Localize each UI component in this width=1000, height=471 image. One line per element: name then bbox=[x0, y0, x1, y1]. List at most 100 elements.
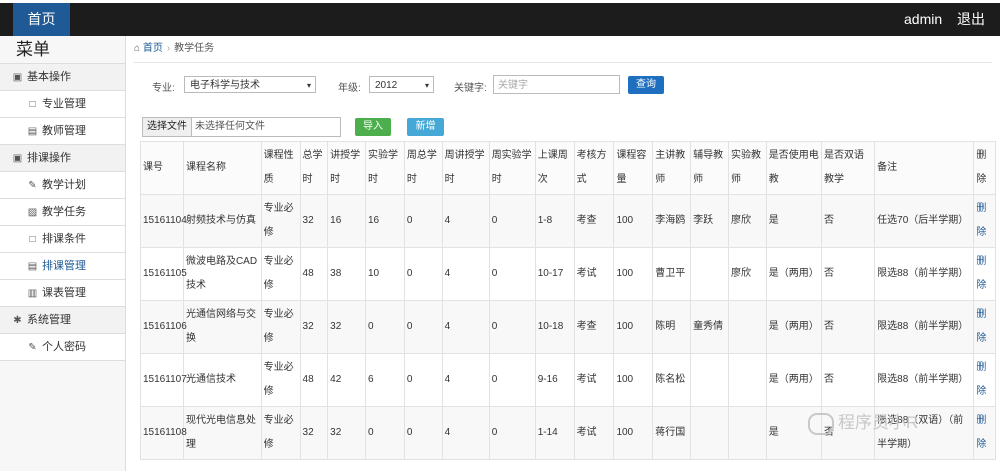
table-cell: 15161106 bbox=[140, 300, 187, 354]
table-cell bbox=[727, 406, 767, 460]
table-cell: 考查 bbox=[573, 300, 615, 354]
sidebar-item-label: 教学计划 bbox=[42, 179, 86, 191]
table-cell: 0 bbox=[488, 247, 536, 301]
sidebar-item-teacher[interactable]: ▤ 教师管理 bbox=[0, 118, 125, 145]
column-header: 实验教师 bbox=[727, 141, 767, 195]
sidebar-item-password[interactable]: ✎ 个人密码 bbox=[0, 334, 125, 361]
sidebar-group-label: 排课操作 bbox=[27, 152, 71, 164]
file-icon: □ bbox=[29, 99, 36, 110]
table-cell: 4 bbox=[441, 300, 490, 354]
user-name[interactable]: admin bbox=[904, 3, 942, 36]
sidebar-title: 菜单 bbox=[0, 36, 125, 64]
table-cell: 考查 bbox=[573, 194, 615, 248]
table-cell: 1-14 bbox=[534, 406, 575, 460]
table-cell bbox=[690, 353, 729, 407]
table-cell: 李跃 bbox=[690, 194, 729, 248]
keyword-input[interactable]: 关键字 bbox=[493, 75, 620, 94]
wrench-icon: ✎ bbox=[28, 342, 37, 353]
table-cell: 100 bbox=[613, 406, 654, 460]
table-cell: 限选88（前半学期） bbox=[874, 353, 975, 407]
table-cell: 15161105 bbox=[140, 247, 187, 301]
sidebar-item-label: 个人密码 bbox=[42, 341, 86, 353]
keyword-label: 关键字: bbox=[454, 83, 487, 94]
choose-file-button[interactable]: 选择文件 bbox=[143, 118, 192, 136]
table-cell: 0 bbox=[403, 353, 443, 407]
table-cell: 4 bbox=[441, 406, 490, 460]
sidebar-group-schedule[interactable]: ▣ 排课操作 bbox=[0, 145, 125, 172]
import-button[interactable]: 导入 bbox=[355, 118, 391, 136]
upload-bar: 选择文件 未选择任何文件 导入 新增 bbox=[134, 117, 990, 139]
chevron-down-icon: ▾ bbox=[424, 81, 429, 90]
sidebar-item-plan[interactable]: ✎ 教学计划 bbox=[0, 172, 125, 199]
file-input[interactable]: 选择文件 未选择任何文件 bbox=[142, 117, 341, 137]
sidebar-item-label: 课表管理 bbox=[42, 287, 86, 299]
picture-icon: ▨ bbox=[27, 207, 38, 218]
column-header: 周讲授学时 bbox=[441, 141, 490, 195]
sidebar-item-condition[interactable]: □ 排课条件 bbox=[0, 226, 125, 253]
delete-link[interactable]: 删除 bbox=[973, 353, 996, 407]
grade-select[interactable]: 2012 ▾ bbox=[369, 76, 434, 93]
table-cell: 现代光电信息处理 bbox=[182, 406, 262, 460]
table-cell: 0 bbox=[403, 406, 443, 460]
table-cell: 0 bbox=[488, 353, 536, 407]
table-cell: 100 bbox=[613, 300, 654, 354]
table-cell: 考试 bbox=[573, 406, 615, 460]
table-cell: 限选88（前半学期） bbox=[874, 247, 975, 301]
column-header: 课号 bbox=[140, 141, 184, 195]
table-cell: 1-8 bbox=[534, 194, 575, 248]
table-cell: 10-18 bbox=[534, 300, 575, 354]
table-cell: 4 bbox=[441, 353, 490, 407]
column-header: 周实验学时 bbox=[488, 141, 536, 195]
table-row: 15161104 射频技术与仿真 专业必修 32 16 16 0 4 0 1-8 考查 100 李海鸥李… bbox=[140, 194, 996, 248]
table-cell: 微波电路及CAD技术 bbox=[182, 247, 262, 301]
table-cell: 42 bbox=[327, 353, 366, 407]
column-header: 周总学时 bbox=[403, 141, 443, 195]
table-cell: 32 bbox=[299, 300, 329, 354]
file-icon: □ bbox=[29, 234, 36, 245]
wrench-icon: ✎ bbox=[28, 180, 37, 191]
major-value: 电子科学与技术 bbox=[190, 80, 260, 91]
sidebar-group-system[interactable]: ✱ 系统管理 bbox=[0, 307, 125, 334]
table-cell: 4 bbox=[441, 247, 490, 301]
major-select[interactable]: 电子科学与技术 ▾ bbox=[184, 76, 316, 93]
breadcrumb-home[interactable]: 首页 bbox=[143, 43, 163, 54]
table-cell: 48 bbox=[299, 353, 329, 407]
list-icon: ▤ bbox=[27, 261, 38, 272]
new-button[interactable]: 新增 bbox=[407, 118, 444, 136]
logout-link[interactable]: 退出 bbox=[957, 3, 985, 36]
table-cell: 童秀倩 bbox=[690, 300, 729, 354]
sidebar-item-arrange[interactable]: ▤ 排课管理 bbox=[0, 253, 125, 280]
grade-value: 2012 bbox=[375, 80, 398, 91]
delete-link[interactable]: 删除 bbox=[973, 247, 996, 301]
table-row: 15161106 光通信网络与交换 专业必修 32 32 0 0 4 0 10-18 考查 100 陈明… bbox=[140, 300, 996, 354]
table-cell: 专业必修 bbox=[260, 300, 301, 354]
main-content: ⌂ 首页 › 教学任务 专业: 电子科学与技术 ▾ 年级: 2012 ▾ 关键字: 关键… bbox=[126, 36, 1000, 471]
column-header: 主讲教师 bbox=[652, 141, 692, 195]
table-cell: 专业必修 bbox=[260, 194, 301, 248]
column-header: 辅导教师 bbox=[690, 141, 729, 195]
query-button[interactable]: 查询 bbox=[628, 76, 664, 94]
column-header: 上课周次 bbox=[534, 141, 575, 195]
table-cell: 专业必修 bbox=[260, 247, 301, 301]
table-header-row: 课号 课程名称 课程性质 总学时 讲授学时 实验学时 周总学时 周讲授学时 周实… bbox=[140, 141, 996, 195]
table-cell: 光通信网络与交换 bbox=[182, 300, 262, 354]
column-header: 是否使用电教 bbox=[765, 141, 823, 195]
file-status: 未选择任何文件 bbox=[195, 121, 265, 132]
sidebar-group-basic[interactable]: ▣ 基本操作 bbox=[0, 64, 125, 91]
sidebar-item-timetable[interactable]: ▥ 课表管理 bbox=[0, 280, 125, 307]
delete-link[interactable]: 删除 bbox=[973, 300, 996, 354]
table-cell: 陈明 bbox=[652, 300, 692, 354]
column-header: 备注 bbox=[874, 141, 975, 195]
nav-home-tab[interactable]: 首页 bbox=[13, 3, 70, 36]
table-cell: 任选70（后半学期） bbox=[874, 194, 975, 248]
delete-link[interactable]: 删除 bbox=[973, 406, 996, 460]
sidebar-item-task[interactable]: ▨ 教学任务 bbox=[0, 199, 125, 226]
list-icon: ▣ bbox=[12, 153, 23, 164]
table-cell: 陈名松 bbox=[652, 353, 692, 407]
table-cell: 32 bbox=[299, 194, 329, 248]
wechat-icon bbox=[808, 412, 834, 435]
breadcrumb-current: 教学任务 bbox=[174, 43, 215, 54]
sidebar-item-major[interactable]: □ 专业管理 bbox=[0, 91, 125, 118]
sidebar-item-label: 排课条件 bbox=[42, 233, 86, 245]
delete-link[interactable]: 删除 bbox=[973, 194, 996, 248]
